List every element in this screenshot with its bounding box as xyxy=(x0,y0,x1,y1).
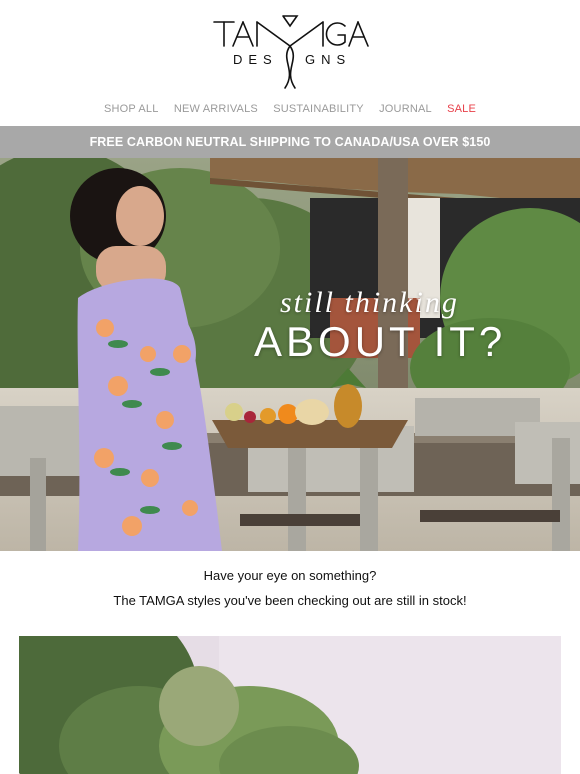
hero-title: ABOUT IT? xyxy=(254,318,507,365)
svg-text:GNS: GNS xyxy=(305,52,351,67)
nav-new-arrivals[interactable]: NEW ARRIVALS xyxy=(174,103,258,115)
shipping-banner-text: FREE CARBON NEUTRAL SHIPPING TO CANADA/U… xyxy=(89,135,491,149)
hero-script-text: still thinking xyxy=(280,286,459,319)
product-photo xyxy=(19,636,561,774)
main-nav: SHOP ALL NEW ARRIVALS SUSTAINABILITY JOU… xyxy=(0,103,580,119)
shipping-banner[interactable]: FREE CARBON NEUTRAL SHIPPING TO CANADA/U… xyxy=(0,126,580,158)
brand-logo[interactable]: DES GNS xyxy=(0,0,580,100)
intro-body: The TAMGA styles you've been checking ou… xyxy=(113,593,467,608)
product-image[interactable] xyxy=(19,636,561,774)
nav-journal[interactable]: JOURNAL xyxy=(379,103,432,115)
hero-image[interactable]: still thinking ABOUT IT? xyxy=(0,158,580,551)
intro-heading: Have your eye on something? xyxy=(203,568,377,583)
tamga-logo-icon: DES GNS xyxy=(213,15,369,89)
nav-sale[interactable]: SALE xyxy=(447,103,476,115)
svg-text:DES: DES xyxy=(233,52,278,67)
nav-shop-all[interactable]: SHOP ALL xyxy=(104,103,159,115)
nav-sustainability[interactable]: SUSTAINABILITY xyxy=(273,103,364,115)
